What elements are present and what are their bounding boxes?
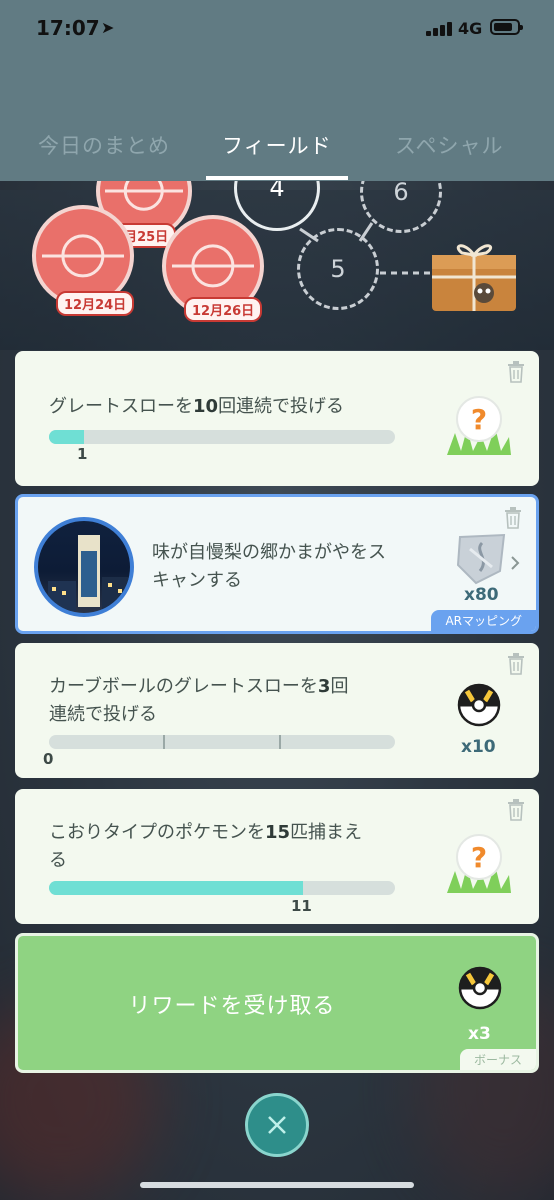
status-bar: 17:07 ➤ 4G xyxy=(0,0,554,60)
tab-special[interactable]: スペシャル xyxy=(395,130,504,160)
signal-icon xyxy=(426,22,454,36)
trash-icon[interactable] xyxy=(507,799,525,821)
reward-count: x10 xyxy=(461,737,496,757)
claim-reward-label: リワードを受け取る xyxy=(128,994,336,1019)
research-task-card[interactable]: こおりタイプのポケモンを15匹捕まえ る 11 ? xyxy=(15,789,539,924)
task-title: こおりタイプのポケモンを15匹捕まえ る xyxy=(49,822,363,871)
task-progress-value: 1 xyxy=(77,445,88,463)
svg-text:?: ? xyxy=(471,841,487,874)
active-tab-indicator xyxy=(206,176,348,180)
bonus-tag: ボーナス xyxy=(459,1049,536,1070)
tab-field[interactable]: フィールド xyxy=(222,130,332,160)
home-indicator[interactable] xyxy=(140,1182,414,1188)
network-type: 4G xyxy=(458,19,483,38)
ar-mapping-task-card[interactable]: 味が自慢梨の郷かまがやをス キャンする x80 ARマッピング xyxy=(15,494,539,634)
task-progress-value: 11 xyxy=(291,897,312,915)
chevron-right-icon[interactable] xyxy=(510,555,520,571)
stamp-progress-area: 4 6 5 12月25日 12月24日 12月26日 xyxy=(0,143,554,351)
status-time: 17:07 xyxy=(36,16,100,40)
battery-icon xyxy=(490,19,523,35)
trash-icon[interactable] xyxy=(507,361,525,383)
task-progress-bar xyxy=(49,881,395,895)
task-title: 味が自慢梨の郷かまがやをス キャンする xyxy=(152,542,386,591)
stamp-date-label: 12月24日 xyxy=(56,291,135,316)
ultra-ball-icon xyxy=(457,683,501,727)
task-title: カーブボールのグレートスローを3回 連続で投げる xyxy=(49,676,349,725)
gift-box-icon xyxy=(432,244,516,311)
pokestop-photo xyxy=(34,517,134,617)
task-progress-bar xyxy=(49,735,395,749)
task-progress-bar xyxy=(49,430,395,444)
stamp-date-label: 12月26日 xyxy=(184,297,263,322)
reward-count: x80 xyxy=(464,585,499,605)
research-task-card[interactable]: カーブボールのグレートスローを3回 連続で投げる 0 x10 xyxy=(15,643,539,778)
ultra-ball-icon xyxy=(458,966,502,1010)
task-title: グレートスローを10回連続で投げる xyxy=(49,396,345,417)
tab-today-summary[interactable]: 今日のまとめ xyxy=(38,130,170,160)
research-task-card[interactable]: グレートスローを10回連続で投げる 1 ? xyxy=(15,351,539,486)
claim-reward-button[interactable]: リワードを受け取る x3 ボーナス xyxy=(15,933,539,1073)
reward-count: x3 xyxy=(468,1024,491,1044)
tab-bar: 今日のまとめ フィールド スペシャル xyxy=(0,122,554,181)
close-button[interactable] xyxy=(245,1093,309,1157)
rare-candy-gem-icon xyxy=(456,533,506,585)
header: 17:07 ➤ 4G 今日のまとめ フィールド スペシャル xyxy=(0,0,554,181)
trash-icon[interactable] xyxy=(504,507,522,529)
ar-mapping-tag: ARマッピング xyxy=(431,610,536,631)
svg-text:?: ? xyxy=(471,403,487,436)
mystery-encounter-icon: ? xyxy=(447,396,511,455)
trash-icon[interactable] xyxy=(507,653,525,675)
location-arrow-icon: ➤ xyxy=(101,18,115,37)
task-progress-value: 0 xyxy=(43,750,54,768)
mystery-encounter-icon: ? xyxy=(447,834,511,893)
close-icon xyxy=(268,1116,286,1134)
